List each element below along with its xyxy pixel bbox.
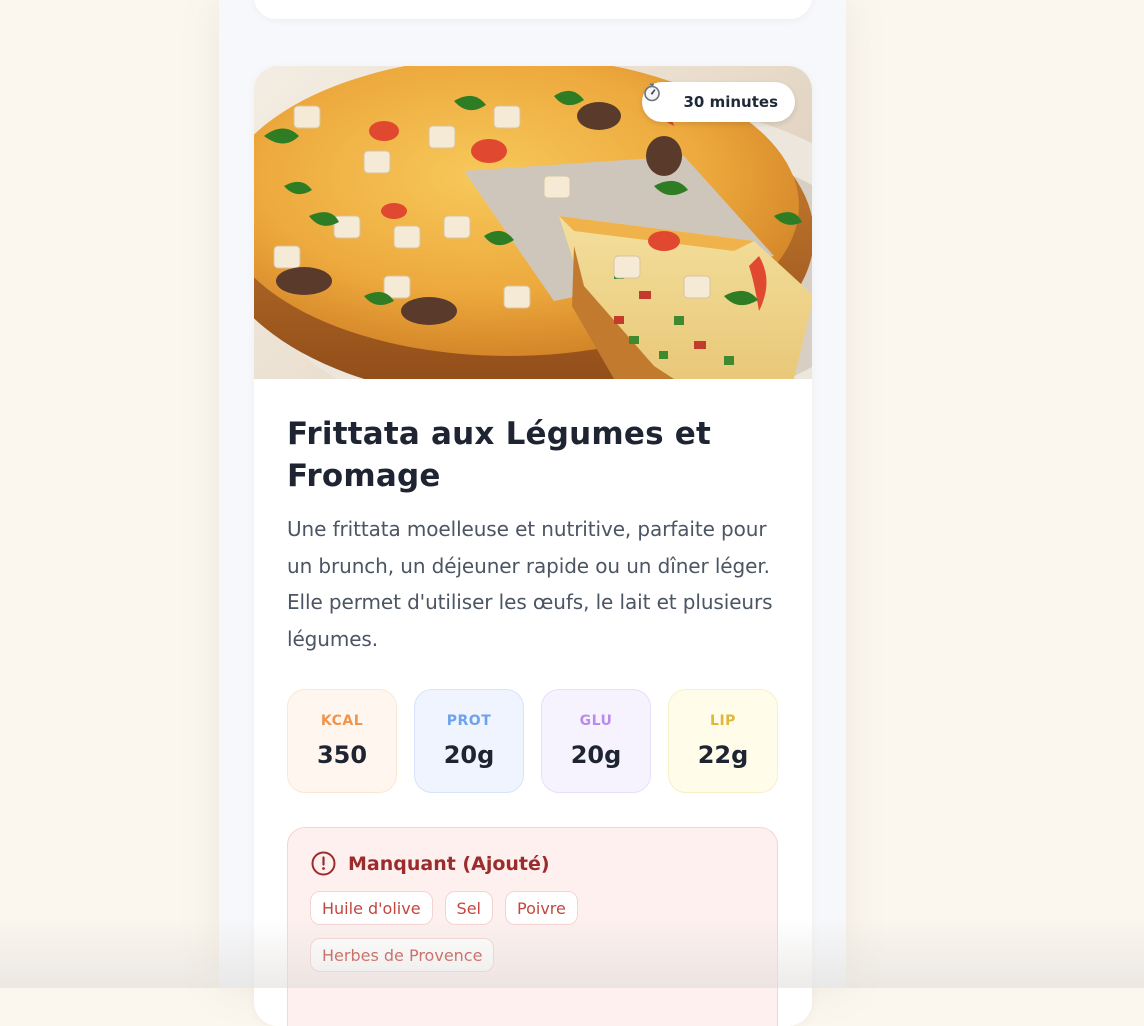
macros-row: KCAL 350 PROT 20g GLU 20g LIP 22g: [287, 689, 779, 793]
macro-kcal: KCAL 350: [287, 689, 397, 793]
alert-circle-icon: [310, 850, 337, 877]
macro-label: PROT: [447, 713, 492, 729]
macro-value: 20g: [444, 741, 495, 769]
macro-carbs: GLU 20g: [541, 689, 651, 793]
macro-label: KCAL: [321, 713, 363, 729]
recipe-image: 30 minutes: [254, 66, 812, 379]
ingredient-chip[interactable]: Huile d'olive: [310, 891, 433, 925]
macro-fat: LIP 22g: [668, 689, 778, 793]
recipe-content: Frittata aux Légumes et Fromage Une frit…: [254, 379, 812, 1026]
macro-value: 22g: [698, 741, 749, 769]
recipe-card[interactable]: 30 minutes Frittata aux Légumes et Froma…: [254, 66, 812, 1026]
missing-ingredients-panel: Manquant (Ajouté) Huile d'olive Sel Poiv…: [287, 827, 778, 1026]
macro-label: GLU: [580, 713, 613, 729]
missing-chips: Huile d'olive Sel Poivre Herbes de Prove…: [310, 891, 730, 972]
time-badge: 30 minutes: [642, 82, 796, 122]
macro-label: LIP: [710, 713, 736, 729]
previous-card[interactable]: [254, 0, 812, 19]
missing-title: Manquant (Ajouté): [348, 853, 550, 875]
stopwatch-icon: [656, 92, 676, 112]
time-label: 30 minutes: [684, 93, 779, 111]
ingredient-chip[interactable]: Sel: [445, 891, 493, 925]
macro-value: 350: [317, 741, 367, 769]
recipe-title: Frittata aux Légumes et Fromage: [287, 413, 767, 497]
ingredient-chip[interactable]: Herbes de Provence: [310, 938, 494, 972]
macro-value: 20g: [571, 741, 622, 769]
missing-header: Manquant (Ajouté): [310, 850, 755, 877]
macro-protein: PROT 20g: [414, 689, 524, 793]
ingredient-chip[interactable]: Poivre: [505, 891, 578, 925]
app-column: 30 minutes Frittata aux Légumes et Froma…: [219, 0, 846, 988]
recipe-description: Une frittata moelleuse et nutritive, par…: [287, 511, 782, 657]
